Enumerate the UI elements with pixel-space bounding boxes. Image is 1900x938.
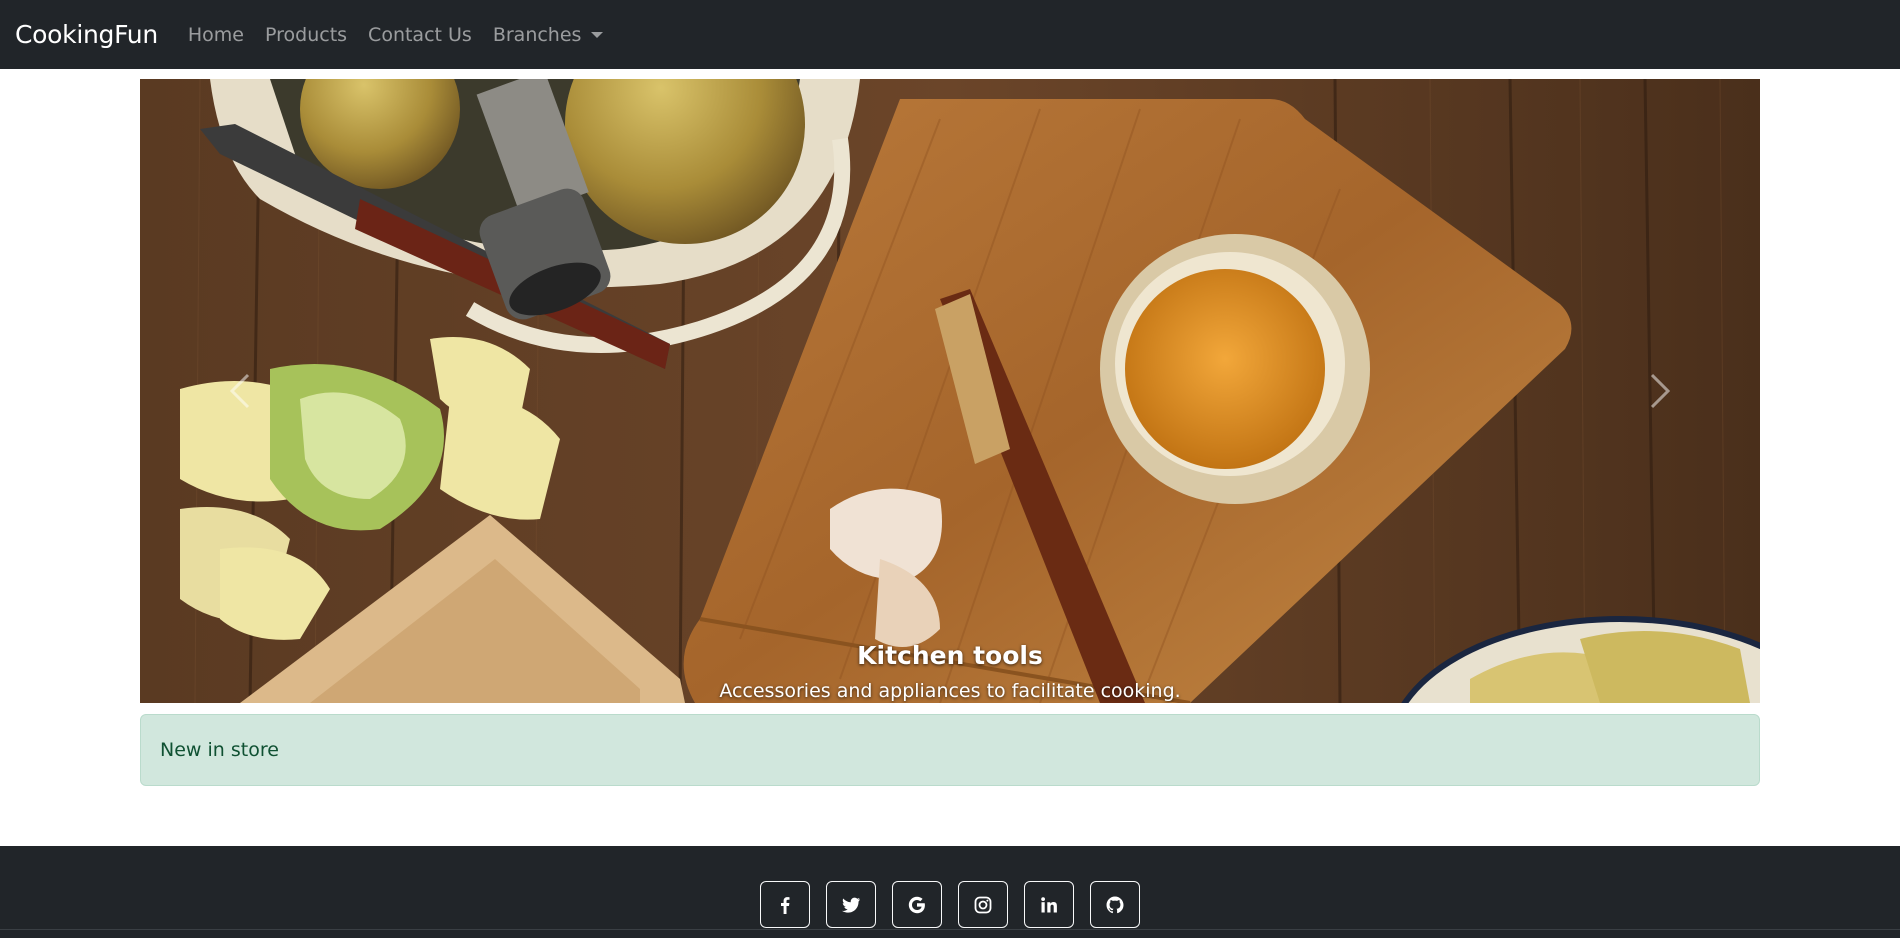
- carousel-next-button[interactable]: [1560, 79, 1760, 703]
- twitter-button[interactable]: [826, 881, 876, 928]
- github-icon: [1106, 896, 1124, 913]
- carousel-slide-image: [140, 79, 1760, 703]
- navbar: CookingFun Home Products Contact Us Bran…: [0, 0, 1900, 69]
- linkedin-button[interactable]: [1024, 881, 1074, 928]
- google-icon: [908, 896, 925, 913]
- nav-branches-dropdown[interactable]: Branches: [493, 24, 604, 46]
- linkedin-icon: [1041, 896, 1057, 912]
- google-button[interactable]: [892, 881, 942, 928]
- alert-text: New in store: [160, 739, 279, 761]
- new-in-store-alert: New in store: [140, 714, 1760, 786]
- carousel-caption-title: Kitchen tools: [857, 641, 1043, 670]
- footer-divider: [0, 929, 1900, 930]
- chevron-left-icon: [229, 373, 250, 409]
- carousel-prev-button[interactable]: [140, 79, 340, 703]
- nav-contact-us[interactable]: Contact Us: [368, 24, 472, 46]
- twitter-icon: [842, 897, 860, 913]
- instagram-button[interactable]: [958, 881, 1008, 928]
- social-links: [0, 881, 1900, 928]
- carousel-caption-text: Accessories and appliances to facilitate…: [719, 680, 1181, 702]
- nav-branches-label: Branches: [492, 23, 582, 46]
- chevron-right-icon: [1650, 373, 1671, 409]
- caret-down-icon: [591, 31, 604, 38]
- nav-products[interactable]: Products: [265, 24, 347, 46]
- image-carousel: Kitchen tools Accessories and appliances…: [140, 79, 1760, 703]
- carousel-caption: Kitchen tools Accessories and appliances…: [140, 641, 1760, 702]
- facebook-icon: [781, 896, 790, 914]
- facebook-button[interactable]: [760, 881, 810, 928]
- instagram-icon: [974, 896, 992, 913]
- github-button[interactable]: [1090, 881, 1140, 928]
- brand-link[interactable]: CookingFun: [15, 20, 158, 49]
- nav-home[interactable]: Home: [188, 24, 244, 46]
